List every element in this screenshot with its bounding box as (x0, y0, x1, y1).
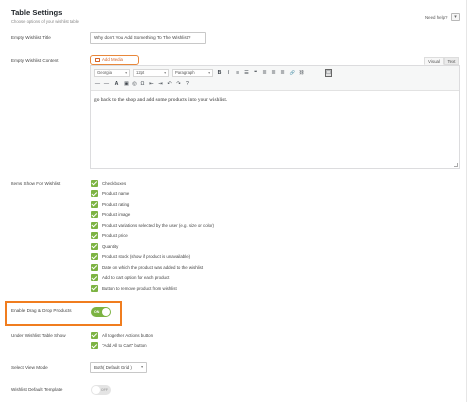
blockquote-icon[interactable]: ❝ (252, 69, 259, 77)
checkbox-checkboxes[interactable]: Checkboxes (91, 179, 126, 187)
view-mode-label: Select View Mode (11, 365, 48, 370)
table-settings-panel: Table Settings Choose options of your wi… (0, 0, 474, 402)
checkbox-all-actions[interactable]: All together Actions button (91, 331, 153, 339)
italic-icon[interactable]: I (225, 69, 232, 77)
format-select[interactable]: Paragraph ▾ (172, 69, 213, 77)
link-icon[interactable]: 🔗 (289, 69, 296, 77)
special-char-icon[interactable]: Ω (139, 80, 146, 88)
checkbox-checked-icon[interactable] (91, 253, 98, 260)
checkbox-checked-icon[interactable] (91, 242, 98, 250)
undo-icon[interactable]: ↶ (166, 80, 173, 88)
items-show-label: Items Show For Wishlist (11, 181, 61, 186)
tab-text[interactable]: Text (444, 57, 459, 65)
checkbox-checked-icon[interactable] (91, 331, 98, 339)
paste-text-icon[interactable]: ▣ (123, 80, 130, 88)
drag-drop-label: Enable Drag & Drop Products (11, 308, 72, 313)
font-family-select[interactable]: Georgia ▾ (94, 69, 130, 77)
media-icon (95, 57, 100, 62)
indent-icon[interactable]: ⇥ (157, 80, 164, 88)
outdent-icon[interactable]: ⇤ (148, 80, 155, 88)
editor-toolbar: Georgia ▾ 12pt ▾ Paragraph ▾ B I ≡ ☰ ❝ ≣ ≣ … (91, 66, 459, 91)
empty-content-label: Empty Wishlist Content (11, 58, 59, 63)
view-mode-select[interactable]: Both( Default Grid ) ▾ (90, 362, 147, 373)
checkbox-product-name[interactable]: Product name (91, 190, 129, 198)
add-media-label: Add Media (102, 57, 123, 62)
wysiwyg-editor: Georgia ▾ 12pt ▾ Paragraph ▾ B I ≡ ☰ ❝ ≣ ≣ … (90, 65, 460, 169)
checkbox-product-variations[interactable]: Product variations selected by the user … (91, 221, 214, 229)
horizontal-line-icon[interactable]: — (103, 80, 110, 88)
checkbox-add-to-cart[interactable]: Add to cart option for each product (91, 274, 169, 282)
text-color-icon[interactable]: A (113, 80, 120, 88)
default-template-label: Wishlist Default Template (11, 387, 63, 392)
page-subtitle: Choose options of your wishlist table (11, 19, 79, 24)
checkbox-product-rating[interactable]: Product rating (91, 200, 129, 208)
bullet-list-icon[interactable]: ≡ (234, 69, 241, 77)
checkbox-checked-icon[interactable] (91, 211, 98, 218)
checkbox-checked-icon[interactable] (91, 284, 98, 292)
checkbox-checked-icon[interactable] (91, 179, 98, 187)
clear-format-icon[interactable]: ◎ (131, 80, 138, 88)
checkbox-checked-icon[interactable] (91, 274, 98, 281)
checkbox-product-stock[interactable]: Product stock (show if product is unavai… (91, 253, 190, 261)
bold-icon[interactable]: B (216, 69, 223, 77)
numbered-list-icon[interactable]: ☰ (243, 69, 250, 77)
under-table-label: Under Wishlist Table Show (11, 333, 66, 338)
toggle-knob (92, 386, 100, 394)
checkbox-checked-icon[interactable] (91, 190, 98, 197)
default-template-toggle[interactable]: OFF (91, 385, 111, 395)
checkbox-checked-icon[interactable] (91, 342, 98, 349)
checkbox-product-image[interactable]: Product image (91, 211, 130, 219)
unlink-icon[interactable]: ⛓ (298, 69, 305, 77)
align-right-icon[interactable]: ≣ (279, 69, 286, 77)
checkbox-date-added[interactable]: Date on which the product was added to t… (91, 263, 203, 271)
page-title: Table Settings (11, 8, 63, 17)
tab-visual[interactable]: Visual (424, 57, 444, 65)
resize-handle[interactable] (454, 163, 458, 167)
checkbox-checked-icon[interactable] (91, 232, 98, 239)
redo-icon[interactable]: ↷ (175, 80, 182, 88)
keyboard-help-icon[interactable]: ? (184, 80, 191, 88)
drag-drop-toggle[interactable]: ON (91, 307, 111, 317)
editor-body[interactable]: go back to the shop and add some product… (94, 97, 227, 103)
checkbox-checked-icon[interactable] (91, 221, 98, 229)
empty-title-label: Empty Wishlist Title (11, 35, 51, 40)
checkbox-quantity[interactable]: Quantity (91, 242, 118, 250)
align-left-icon[interactable]: ≣ (261, 69, 268, 77)
question-icon[interactable]: ▾ (451, 13, 460, 21)
checkbox-checked-icon[interactable] (91, 200, 98, 208)
toggle-knob (102, 308, 110, 316)
strikethrough-icon[interactable]: — (94, 80, 101, 88)
align-center-icon[interactable]: ≣ (270, 69, 277, 77)
checkbox-remove-button[interactable]: Button to remove product from wishlist (91, 284, 177, 292)
empty-title-input[interactable]: Why don't You Add Something To The Wishl… (90, 32, 206, 44)
chevron-down-icon: ▾ (141, 365, 143, 369)
checkbox-product-price[interactable]: Product price (91, 232, 128, 240)
help-link[interactable]: Need help? (425, 15, 447, 20)
panel-divider (466, 0, 467, 402)
checkbox-checked-icon[interactable] (91, 263, 98, 271)
toolbar-toggle-icon[interactable]: ☐ (325, 69, 332, 77)
checkbox-add-all-to-cart[interactable]: "Add All to Cart" button (91, 342, 147, 350)
font-size-select[interactable]: 12pt ▾ (133, 69, 169, 77)
add-media-button[interactable]: Add Media (90, 55, 139, 65)
